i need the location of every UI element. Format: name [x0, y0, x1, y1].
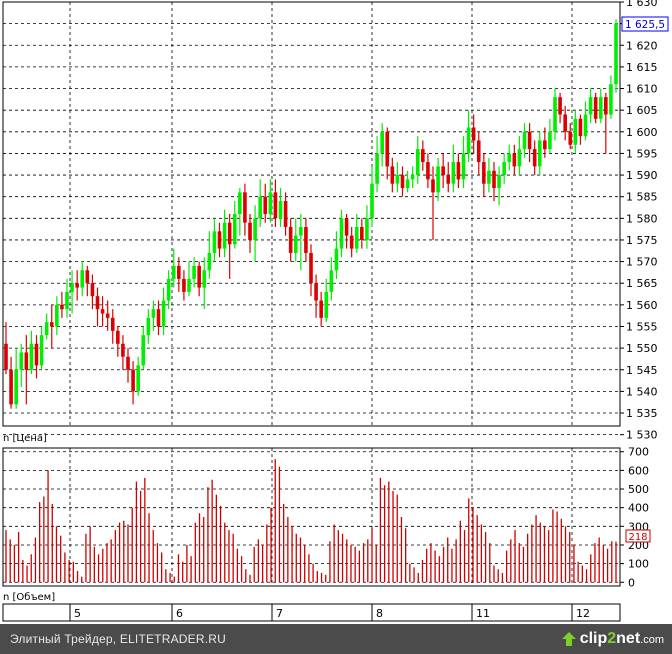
price-tick-label: 1 620: [626, 39, 658, 52]
price-tick-label: 1 575: [626, 234, 658, 247]
last-volume-marker: 218: [625, 529, 651, 543]
price-tick-label: 1 555: [626, 320, 658, 333]
price-grid: [3, 2, 620, 436]
price-tick-label: 1 630: [626, 0, 658, 9]
price-tick-label: 1 530: [626, 429, 658, 442]
volume-tick-label: 700: [628, 446, 649, 459]
x-tick-label: 12: [576, 607, 590, 620]
price-panel-label: n [Цена]: [3, 433, 47, 444]
price-axis: 1 6301 6251 6201 6151 6101 6051 6001 595…: [620, 0, 658, 442]
x-tick-label: 8: [376, 607, 383, 620]
price-tick-label: 1 595: [626, 147, 658, 160]
clip2net-logo: clip2net.com: [561, 628, 664, 650]
volume-tick-label: 100: [628, 558, 649, 571]
x-tick-label: 5: [74, 607, 81, 620]
chart-svg: 1 6301 6251 6201 6151 6101 6051 6001 595…: [0, 0, 672, 624]
volume-panel-label: n [Объем]: [3, 592, 55, 603]
x-tick-label: 11: [476, 607, 490, 620]
price-tick-label: 1 535: [626, 407, 658, 420]
x-tick-label: 6: [176, 607, 183, 620]
logo-text: clip2net.com: [579, 630, 664, 647]
candle: [593, 92, 598, 124]
price-tick-label: 1 585: [626, 191, 658, 204]
price-tick-label: 1 615: [626, 61, 658, 74]
volume-panel: 7006005004003002001000 218 n [Объем]: [2, 446, 651, 603]
volume-tick-label: 600: [628, 464, 649, 477]
candle: [614, 19, 618, 93]
price-tick-label: 1 570: [626, 256, 658, 269]
price-tick-label: 1 550: [626, 342, 658, 355]
chart: 1 6301 6251 6201 6151 6101 6051 6001 595…: [0, 0, 672, 654]
upload-arrow-icon: [561, 632, 576, 646]
price-tick-label: 1 600: [626, 126, 658, 139]
price-tick-label: 1 580: [626, 212, 658, 225]
last-price-marker: 1 625,5: [621, 16, 669, 32]
price-tick-label: 1 540: [626, 385, 658, 398]
x-tick-label: 7: [276, 607, 283, 620]
last-price-label: 1 625,5: [625, 19, 665, 31]
footer-source-text: Элитный Трейдер, ELITETRADER.RU: [10, 632, 226, 646]
footer: Элитный Трейдер, ELITETRADER.RU clip2net…: [0, 624, 672, 654]
price-tick-label: 1 560: [626, 299, 658, 312]
volume-tick-label: 0: [628, 576, 635, 589]
last-volume-label: 218: [628, 532, 647, 543]
volume-tick-label: 400: [628, 502, 649, 515]
volume-tick-label: 500: [628, 483, 649, 496]
price-tick-label: 1 590: [626, 169, 658, 182]
price-tick-label: 1 545: [626, 364, 658, 377]
price-tick-label: 1 565: [626, 277, 658, 290]
price-tick-label: 1 605: [626, 104, 658, 117]
x-axis: 5 6 7 8 11 12: [2, 603, 621, 622]
price-tick-label: 1 610: [626, 83, 658, 96]
price-panel: 1 6301 6251 6201 6151 6101 6051 6001 595…: [2, 0, 669, 444]
